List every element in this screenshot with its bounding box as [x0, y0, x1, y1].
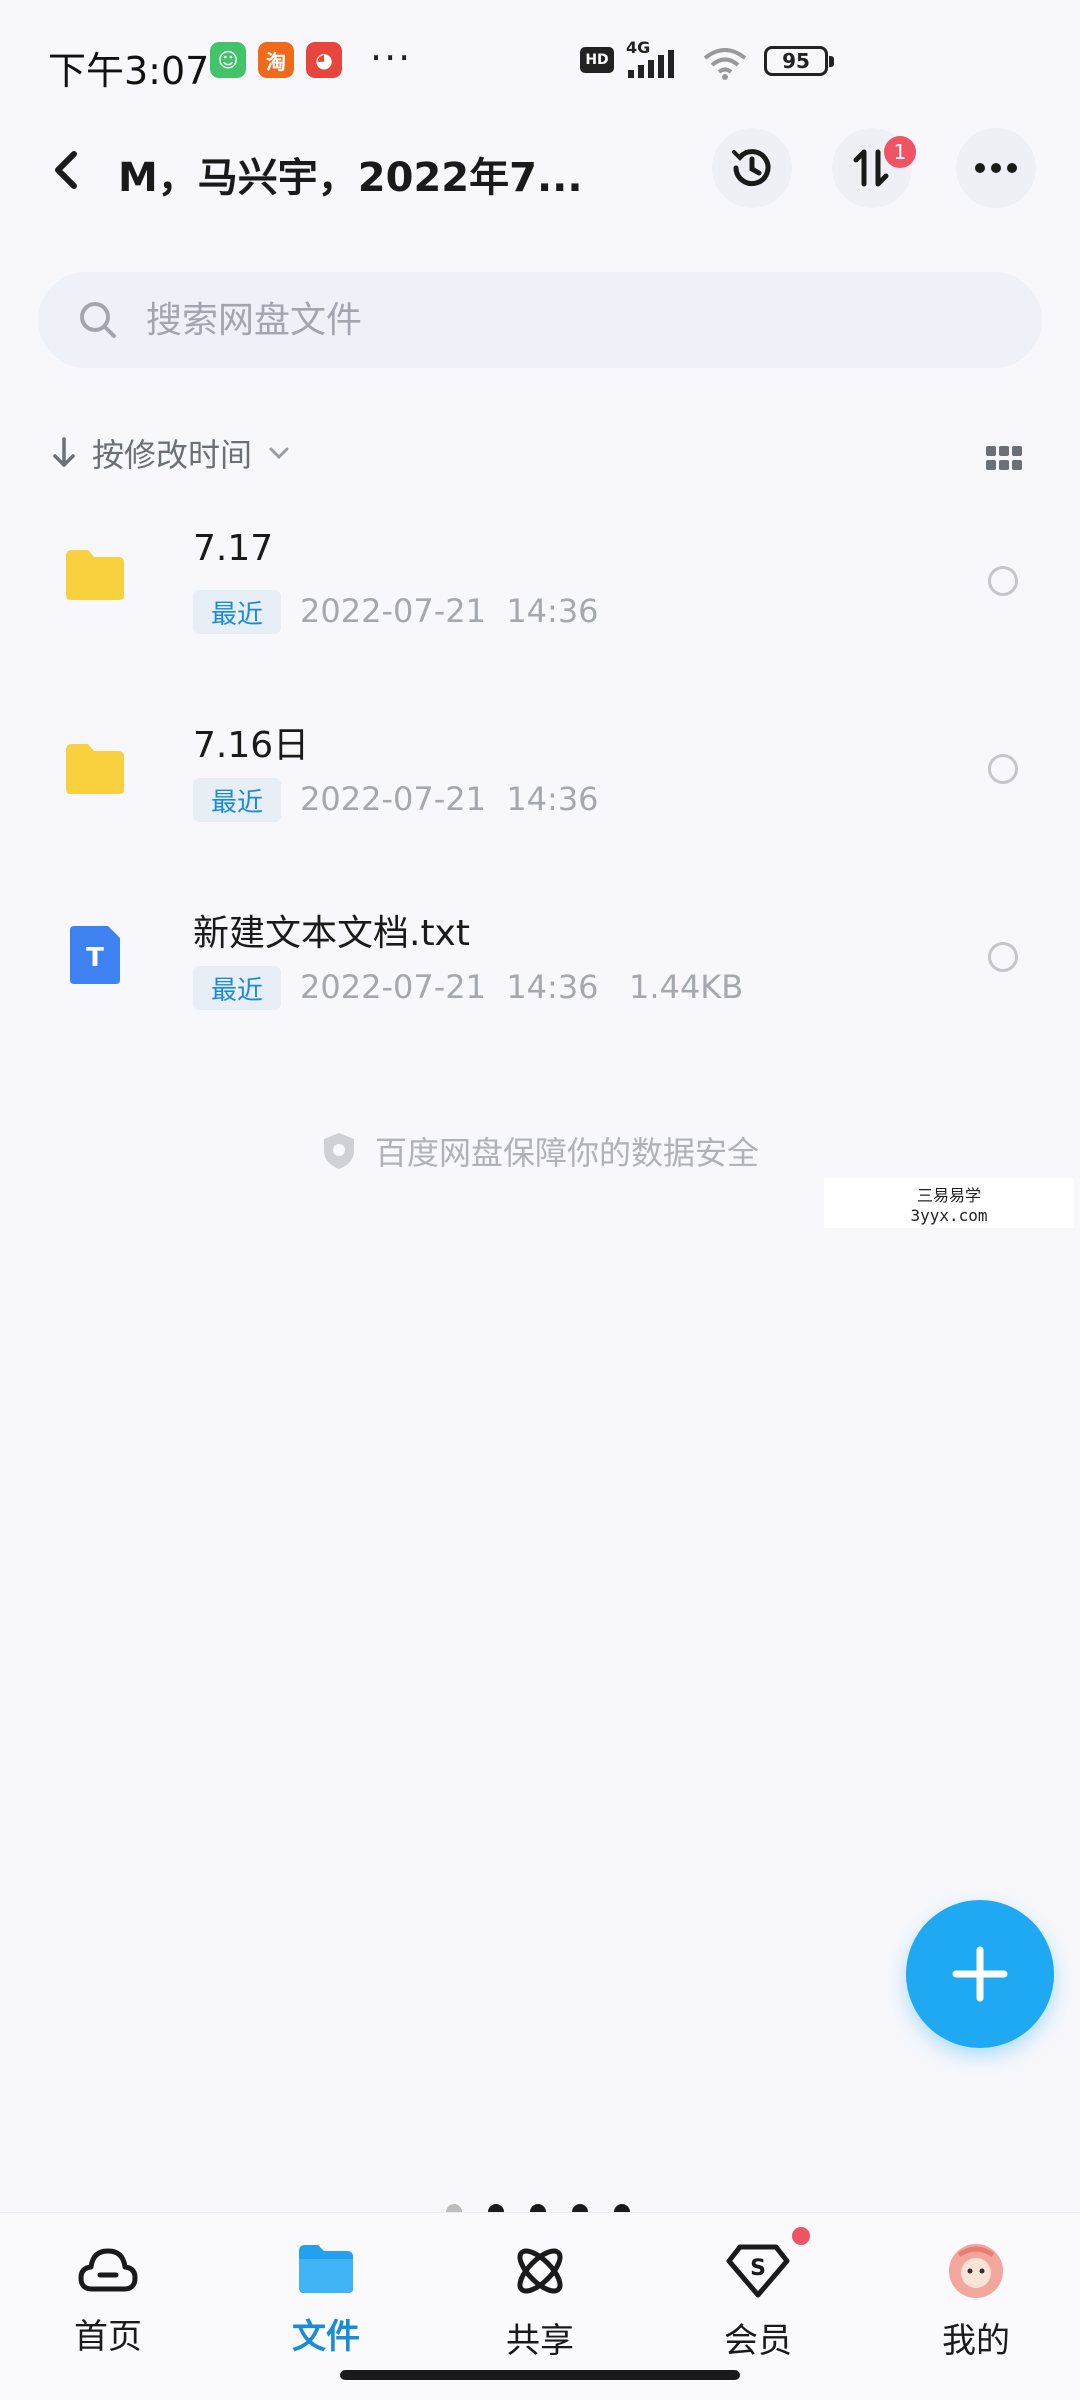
- file-name: 7.17: [193, 528, 274, 569]
- sort-arrow-down-icon: [53, 437, 75, 467]
- chevron-down-icon: [269, 447, 289, 460]
- more-dots-icon: [975, 163, 1017, 173]
- vip-notification-dot: [792, 2227, 810, 2245]
- select-radio[interactable]: [988, 566, 1018, 596]
- plus-icon: [952, 1946, 1008, 2002]
- file-row[interactable]: 7.17 最近 2022-07-21 14:36: [0, 500, 1080, 680]
- file-meta: 2022-07-21 14:36: [300, 592, 599, 630]
- folder-icon: [66, 550, 124, 600]
- file-row[interactable]: T 新建文本文档.txt 最近 2022-07-21 14:36 1.44KB: [0, 876, 1080, 1056]
- status-time: 下午3:07: [48, 49, 210, 93]
- search-bar[interactable]: [38, 272, 1042, 368]
- share-atom-icon: [517, 2248, 563, 2294]
- file-name: 新建文本文档.txt: [193, 913, 470, 954]
- battery-icon: 95: [764, 46, 834, 76]
- sort-selector[interactable]: 按修改时间: [50, 430, 290, 476]
- file-meta: 2022-07-21 14:36 1.44KB: [300, 968, 744, 1006]
- history-button[interactable]: [712, 128, 792, 208]
- hd-voice-icon: HD: [580, 47, 614, 73]
- search-icon: [80, 302, 116, 338]
- shield-icon: [323, 1133, 354, 1169]
- avatar-icon: [949, 2244, 1003, 2298]
- nav-label: 共享: [506, 2321, 574, 2361]
- chat-app-icon: ☺: [210, 42, 246, 78]
- search-input[interactable]: [146, 272, 1006, 368]
- more-options-button[interactable]: [956, 128, 1036, 208]
- more-notifications-icon: ···: [370, 36, 413, 80]
- nav-item-files[interactable]: 文件: [246, 2243, 406, 2358]
- recent-tag: 最近: [193, 966, 281, 1010]
- cloud-home-icon: [78, 2248, 138, 2292]
- nav-item-vip[interactable]: S 会员: [678, 2243, 838, 2362]
- page-title: M，马兴宇，2022年7...: [118, 155, 583, 201]
- safety-note: 百度网盘保障你的数据安全: [0, 1128, 1080, 1174]
- wifi-icon: [703, 48, 747, 80]
- file-meta: 2022-07-21 14:36: [300, 780, 599, 818]
- select-radio[interactable]: [988, 942, 1018, 972]
- select-radio[interactable]: [988, 754, 1018, 784]
- grid-view-toggle-icon[interactable]: [986, 446, 1022, 470]
- nav-item-me[interactable]: 我的: [896, 2243, 1056, 2362]
- chevron-left-icon: [55, 151, 77, 189]
- taobao-app-icon: 淘: [258, 42, 294, 78]
- signal-icon: [628, 50, 674, 78]
- nav-label: 首页: [74, 2317, 142, 2357]
- file-row[interactable]: 7.16日 最近 2022-07-21 14:36: [0, 688, 1080, 868]
- svg-text:T: T: [86, 943, 104, 973]
- home-indicator: [340, 2370, 740, 2380]
- svg-text:S: S: [750, 2256, 766, 2281]
- nav-label: 文件: [292, 2317, 360, 2357]
- history-icon: [732, 149, 771, 187]
- status-bar: 下午3:07 ☺ 淘 ◕ ··· HD 4G 95: [0, 0, 1080, 120]
- nav-item-share[interactable]: 共享: [460, 2243, 620, 2362]
- mascot-app-icon: ◕: [306, 42, 342, 78]
- vip-diamond-icon: S: [726, 2244, 790, 2298]
- recent-tag: 最近: [193, 590, 281, 634]
- watermark: 三易易学 3yyx.com: [824, 1178, 1074, 1228]
- nav-item-home[interactable]: 首页: [28, 2243, 188, 2358]
- sort-label: 按修改时间: [92, 436, 253, 474]
- txt-file-icon: T: [70, 926, 120, 984]
- nav-label: 会员: [724, 2321, 792, 2361]
- transfer-badge: 1: [884, 136, 916, 168]
- nav-label: 我的: [942, 2321, 1010, 2361]
- back-button[interactable]: [46, 140, 86, 200]
- recent-tag: 最近: [193, 778, 281, 822]
- add-button[interactable]: [906, 1900, 1054, 2048]
- folder-files-icon: [299, 2245, 353, 2293]
- folder-icon: [66, 744, 124, 794]
- file-name: 7.16日: [193, 725, 310, 766]
